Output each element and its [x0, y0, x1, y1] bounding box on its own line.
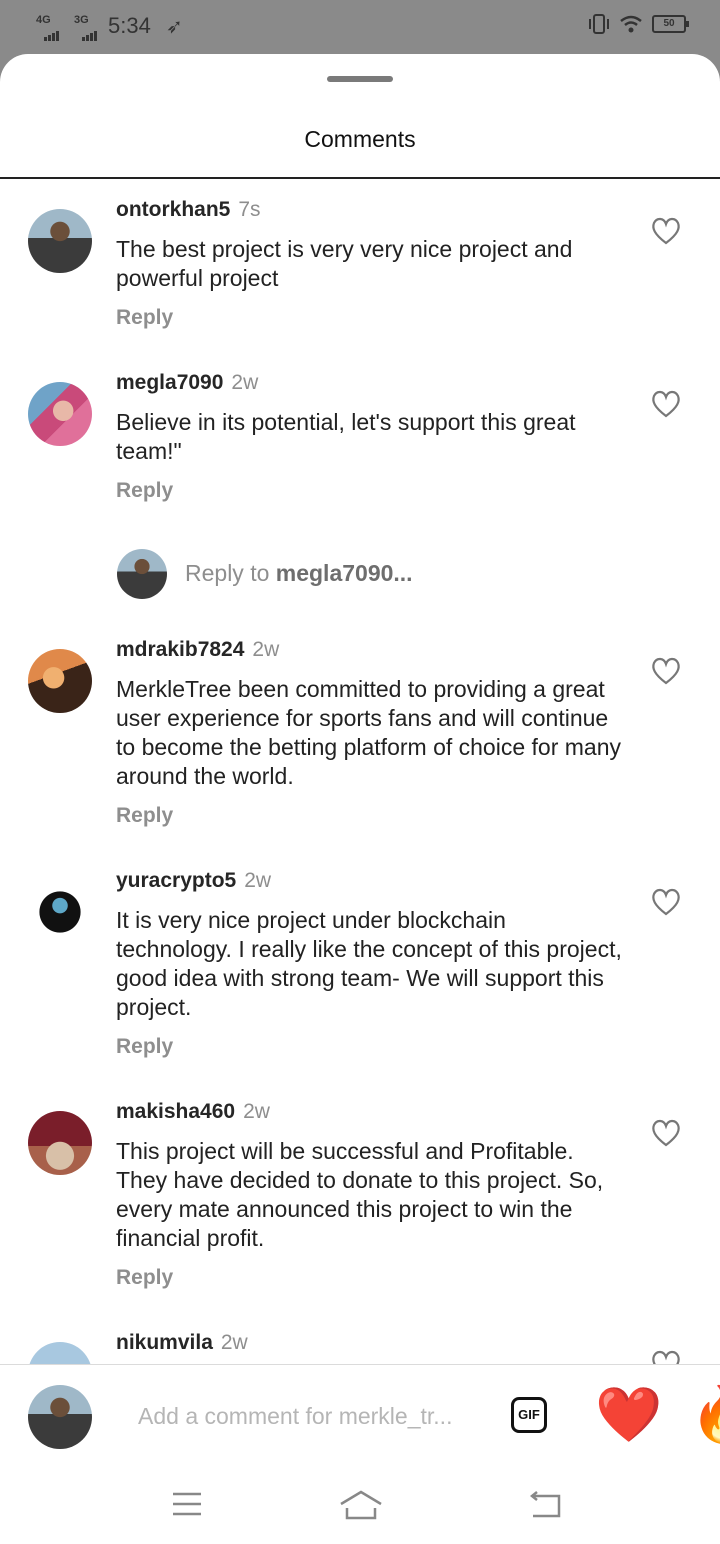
reply-button[interactable]: Reply [116, 1035, 173, 1059]
drag-handle[interactable] [327, 76, 393, 82]
comment-text: Believe in its potential, let's support … [116, 409, 576, 464]
heart-outline-icon[interactable] [651, 1350, 681, 1364]
comment-text: This project will be successful and Prof… [116, 1138, 604, 1251]
comment-composer: Add a comment for merkle_tr... GIF ❤️ 🔥 [0, 1365, 720, 1470]
comments-sheet: Comments ontorkhan5 7s The best project i… [0, 54, 720, 1544]
comment-time: 2w [220, 1331, 248, 1354]
heart-outline-icon[interactable] [651, 657, 681, 685]
heart-outline-icon[interactable] [651, 888, 681, 916]
heart-outline-icon[interactable] [651, 217, 681, 245]
comment-username[interactable]: yuracrypto5 [116, 869, 236, 892]
comment-username[interactable]: nikumvila [116, 1331, 213, 1354]
comments-list[interactable]: ontorkhan5 7s The best project is very ve… [0, 179, 720, 1364]
avatar[interactable] [28, 649, 92, 713]
menu-icon[interactable] [171, 1490, 203, 1518]
vibrate-icon [589, 14, 609, 34]
comment-time: 2w [243, 1100, 270, 1123]
comment-username[interactable]: megla7090 [116, 371, 223, 394]
avatar[interactable] [28, 880, 92, 944]
wifi-icon [620, 15, 642, 33]
comment-text: It is very nice project under blockchain… [116, 907, 622, 1020]
reply-button[interactable]: Reply [116, 804, 173, 828]
comment-text: The best project is very very nice proje… [116, 236, 573, 291]
system-nav-bar [0, 1470, 720, 1544]
avatar [28, 1385, 92, 1449]
comment-text: MerkleTree been committed to providing a… [116, 676, 621, 789]
comment-time: 7s [238, 198, 261, 221]
comment-username[interactable]: ontorkhan5 [116, 198, 230, 221]
reply-button[interactable]: Reply [116, 1266, 173, 1290]
reply-button[interactable]: Reply [116, 479, 173, 503]
comment-username[interactable]: makisha460 [116, 1100, 235, 1123]
status-bar: 4G 3G 5:34 ➶ 50 [0, 0, 720, 54]
signal-2-icon [82, 18, 98, 41]
avatar[interactable] [28, 1111, 92, 1175]
gif-button[interactable]: GIF [511, 1397, 547, 1433]
heart-outline-icon[interactable] [651, 390, 681, 418]
comment-username[interactable]: mdrakib7824 [116, 638, 244, 661]
reply-to-target: megla7090... [275, 560, 413, 586]
status-time: 5:34 [108, 13, 151, 38]
back-icon[interactable] [529, 1490, 563, 1520]
signal-1-icon [44, 18, 60, 41]
avatar[interactable] [28, 1342, 92, 1364]
heart-emoji-button[interactable]: ❤️ [595, 1385, 662, 1445]
comment-time: 2w [244, 869, 272, 892]
fire-emoji-button[interactable]: 🔥 [690, 1385, 720, 1445]
comment-time: 2w [231, 371, 259, 394]
battery-icon: 50 [652, 15, 689, 33]
avatar[interactable] [28, 209, 92, 273]
avatar [117, 549, 167, 599]
comment-input[interactable]: Add a comment for merkle_tr... [138, 1403, 478, 1430]
sheet-title: Comments [304, 126, 416, 152]
reply-button[interactable]: Reply [116, 306, 173, 330]
heart-outline-icon[interactable] [651, 1119, 681, 1147]
feather-icon: ➶ [166, 16, 183, 38]
reply-to-prefix: Reply to [185, 560, 276, 586]
comment-time: 2w [252, 638, 280, 661]
home-icon[interactable] [339, 1490, 383, 1520]
reply-to-prompt[interactable]: Reply to megla7090... [185, 560, 413, 587]
avatar[interactable] [28, 382, 92, 446]
